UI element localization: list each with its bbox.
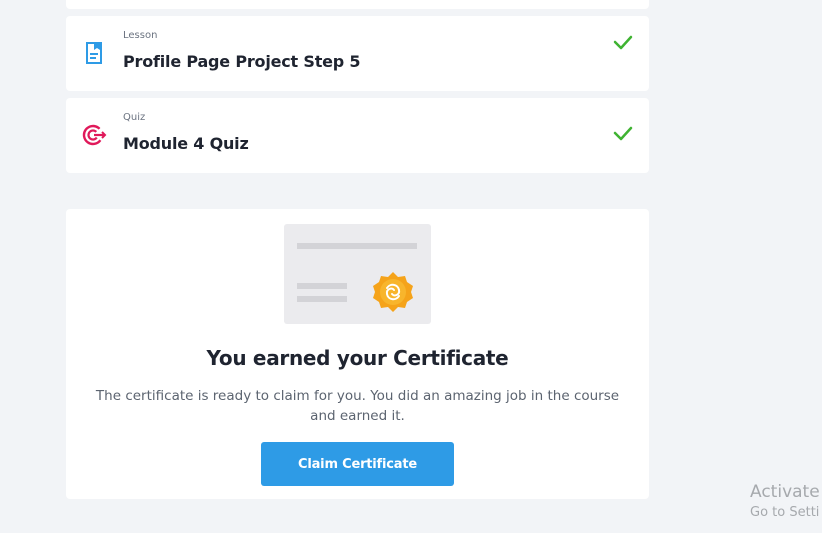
certificate-illustration	[284, 224, 431, 324]
lesson-document-icon	[86, 42, 102, 64]
watermark-title: Activate	[750, 482, 820, 502]
certificate-card: You earned your Certificate The certific…	[66, 209, 649, 499]
list-item-lesson[interactable]: Lesson Profile Page Project Step 5	[66, 16, 649, 91]
previous-item-card	[66, 0, 649, 9]
quiz-target-icon	[82, 124, 107, 146]
certificate-description: The certificate is ready to claim for yo…	[95, 388, 620, 424]
item-type-label: Lesson	[123, 30, 158, 41]
list-item-quiz[interactable]: Quiz Module 4 Quiz	[66, 98, 649, 173]
claim-certificate-button[interactable]: Claim Certificate	[261, 442, 454, 486]
item-title[interactable]: Profile Page Project Step 5	[123, 52, 361, 71]
check-icon	[613, 126, 633, 141]
check-icon	[613, 35, 633, 50]
watermark-subtitle: Go to Setti	[750, 505, 820, 520]
certificate-heading: You earned your Certificate	[206, 346, 509, 370]
activate-windows-watermark: Activate Go to Setti	[750, 482, 822, 524]
certificate-badge-icon	[297, 243, 417, 312]
item-type-label: Quiz	[123, 112, 146, 123]
item-title[interactable]: Module 4 Quiz	[123, 134, 249, 153]
